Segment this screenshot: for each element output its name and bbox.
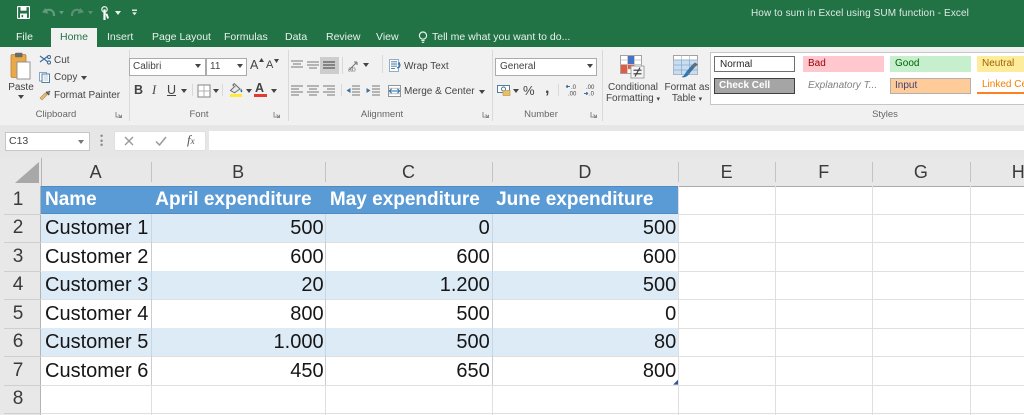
svg-text:.00: .00 <box>568 92 577 97</box>
svg-text:ab: ab <box>348 67 356 74</box>
svg-text:.0: .0 <box>571 85 577 91</box>
svg-text:.0: .0 <box>589 92 595 97</box>
svg-text:.00: .00 <box>586 85 595 91</box>
